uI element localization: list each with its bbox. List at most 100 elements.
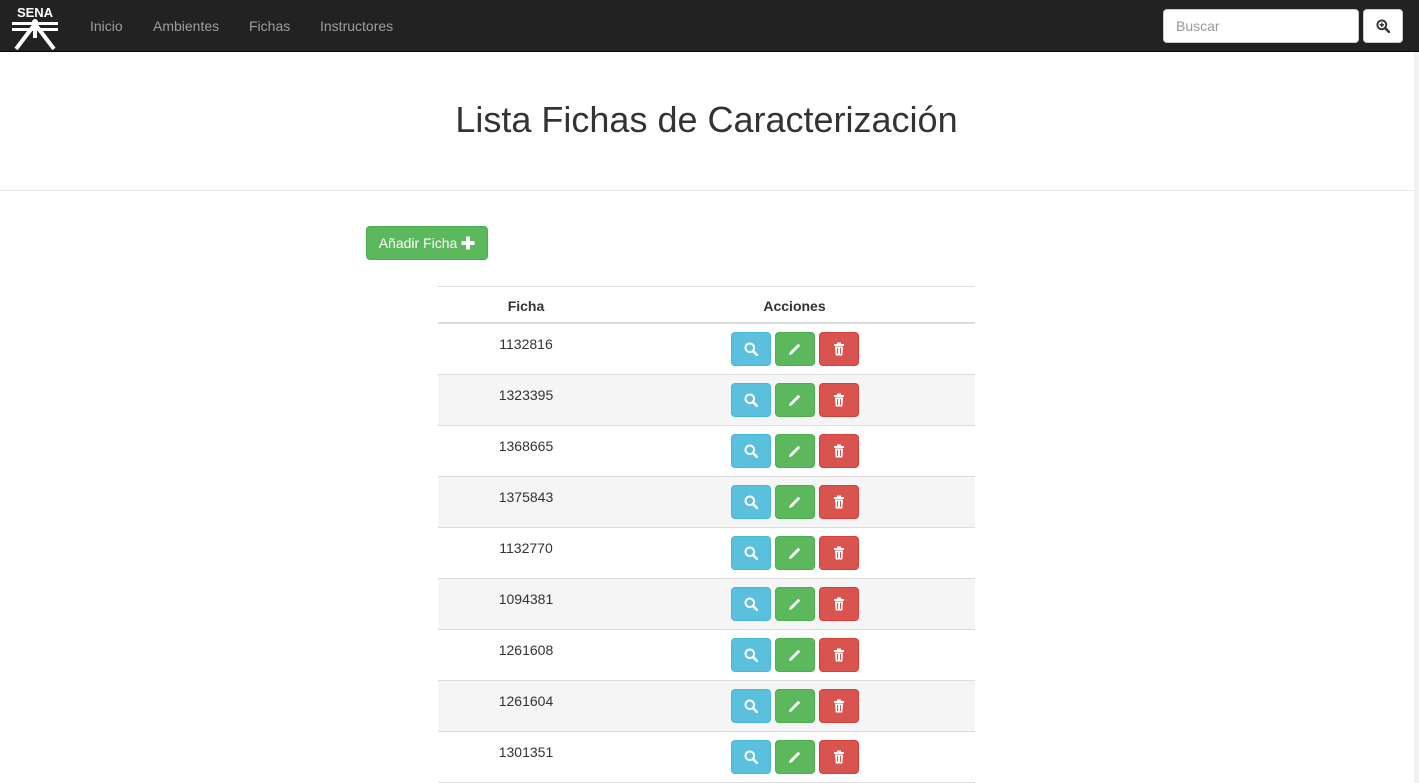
pencil-icon (789, 649, 801, 661)
row-actions (731, 689, 859, 723)
row-actions (731, 434, 859, 468)
row-actions (731, 485, 859, 519)
view-ficha-button[interactable] (731, 536, 771, 570)
column-header-acciones: Acciones (763, 298, 826, 314)
fichas-table: Ficha Acciones 1132816 1323395 1368665 1375… (438, 286, 975, 783)
sena-logo[interactable]: SENA (8, 2, 62, 50)
ficha-number: 1301351 (498, 744, 554, 760)
table-body: 1132816 1323395 1368665 1375843 1132770 10943… (438, 324, 975, 783)
table-row: 1132816 (438, 324, 975, 375)
table-row: 1094381 (438, 579, 975, 630)
trash-icon (834, 750, 844, 764)
edit-ficha-button[interactable] (775, 587, 815, 621)
search-icon (744, 597, 758, 611)
delete-ficha-button[interactable] (819, 587, 859, 621)
row-actions (731, 536, 859, 570)
nav-inicio[interactable]: Inicio (90, 17, 123, 35)
row-actions (731, 740, 859, 774)
row-actions (731, 638, 859, 672)
nav-ambientes[interactable]: Ambientes (153, 17, 219, 35)
ficha-number: 1368665 (498, 438, 554, 454)
search-icon (744, 648, 758, 662)
edit-ficha-button[interactable] (775, 638, 815, 672)
trash-icon (834, 342, 844, 356)
ficha-number: 1261608 (498, 642, 554, 658)
row-actions (731, 332, 859, 366)
pencil-icon (789, 598, 801, 610)
ficha-number: 1094381 (498, 591, 554, 607)
view-ficha-button[interactable] (731, 587, 771, 621)
ficha-number: 1132770 (499, 540, 553, 556)
delete-ficha-button[interactable] (819, 383, 859, 417)
trash-icon (834, 648, 844, 662)
pencil-icon (789, 496, 801, 508)
add-ficha-button[interactable]: Añadir Ficha (366, 226, 488, 260)
trash-icon (834, 393, 844, 407)
delete-ficha-button[interactable] (819, 434, 859, 468)
row-actions (731, 383, 859, 417)
table-header: Ficha Acciones (438, 286, 975, 324)
edit-ficha-button[interactable] (775, 383, 815, 417)
pencil-icon (789, 700, 801, 712)
edit-ficha-button[interactable] (775, 434, 815, 468)
table-row: 1375843 (438, 477, 975, 528)
ficha-number: 1261604 (498, 693, 554, 709)
search-icon (744, 495, 758, 509)
ficha-number: 1375843 (498, 489, 554, 505)
table-row: 1261604 (438, 681, 975, 732)
nav-fichas[interactable]: Fichas (249, 17, 290, 35)
pencil-icon (789, 394, 801, 406)
plus-icon (461, 236, 475, 250)
view-ficha-button[interactable] (731, 638, 771, 672)
delete-ficha-button[interactable] (819, 638, 859, 672)
delete-ficha-button[interactable] (819, 332, 859, 366)
page-scrollbar[interactable] (1414, 52, 1419, 783)
search-icon (744, 393, 758, 407)
row-actions (731, 587, 859, 621)
view-ficha-button[interactable] (731, 383, 771, 417)
table-row: 1261608 (438, 630, 975, 681)
trash-icon (834, 495, 844, 509)
table-row: 1132770 (438, 528, 975, 579)
view-ficha-button[interactable] (731, 434, 771, 468)
trash-icon (834, 444, 844, 458)
search-button[interactable] (1363, 9, 1403, 43)
top-navbar: SENA Inicio Ambientes Fichas Instructore… (0, 0, 1419, 52)
view-ficha-button[interactable] (731, 332, 771, 366)
pencil-icon (789, 751, 801, 763)
search-icon (744, 750, 758, 764)
edit-ficha-button[interactable] (775, 485, 815, 519)
view-ficha-button[interactable] (731, 485, 771, 519)
delete-ficha-button[interactable] (819, 689, 859, 723)
search-icon (744, 546, 758, 560)
brand-text: SENA (17, 5, 54, 20)
delete-ficha-button[interactable] (819, 485, 859, 519)
nav-instructores[interactable]: Instructores (320, 17, 393, 35)
edit-ficha-button[interactable] (775, 689, 815, 723)
pencil-icon (789, 343, 801, 355)
zoom-in-icon (1376, 19, 1390, 33)
trash-icon (834, 597, 844, 611)
delete-ficha-button[interactable] (819, 536, 859, 570)
table-row: 1301351 (438, 732, 975, 783)
ficha-number: 1323395 (498, 387, 554, 403)
delete-ficha-button[interactable] (819, 740, 859, 774)
pencil-icon (789, 445, 801, 457)
search-icon (744, 444, 758, 458)
pencil-icon (789, 547, 801, 559)
edit-ficha-button[interactable] (775, 332, 815, 366)
page-title: Lista Fichas de Caracterización (455, 99, 958, 140)
search-icon (744, 699, 758, 713)
edit-ficha-button[interactable] (775, 536, 815, 570)
view-ficha-button[interactable] (731, 689, 771, 723)
add-ficha-label: Añadir Ficha (378, 235, 458, 251)
search-icon (744, 342, 758, 356)
table-row: 1323395 (438, 375, 975, 426)
view-ficha-button[interactable] (731, 740, 771, 774)
column-header-ficha: Ficha (507, 298, 545, 314)
ficha-number: 1132816 (499, 336, 553, 352)
search-input[interactable] (1163, 9, 1359, 43)
trash-icon (834, 546, 844, 560)
table-row: 1368665 (438, 426, 975, 477)
edit-ficha-button[interactable] (775, 740, 815, 774)
